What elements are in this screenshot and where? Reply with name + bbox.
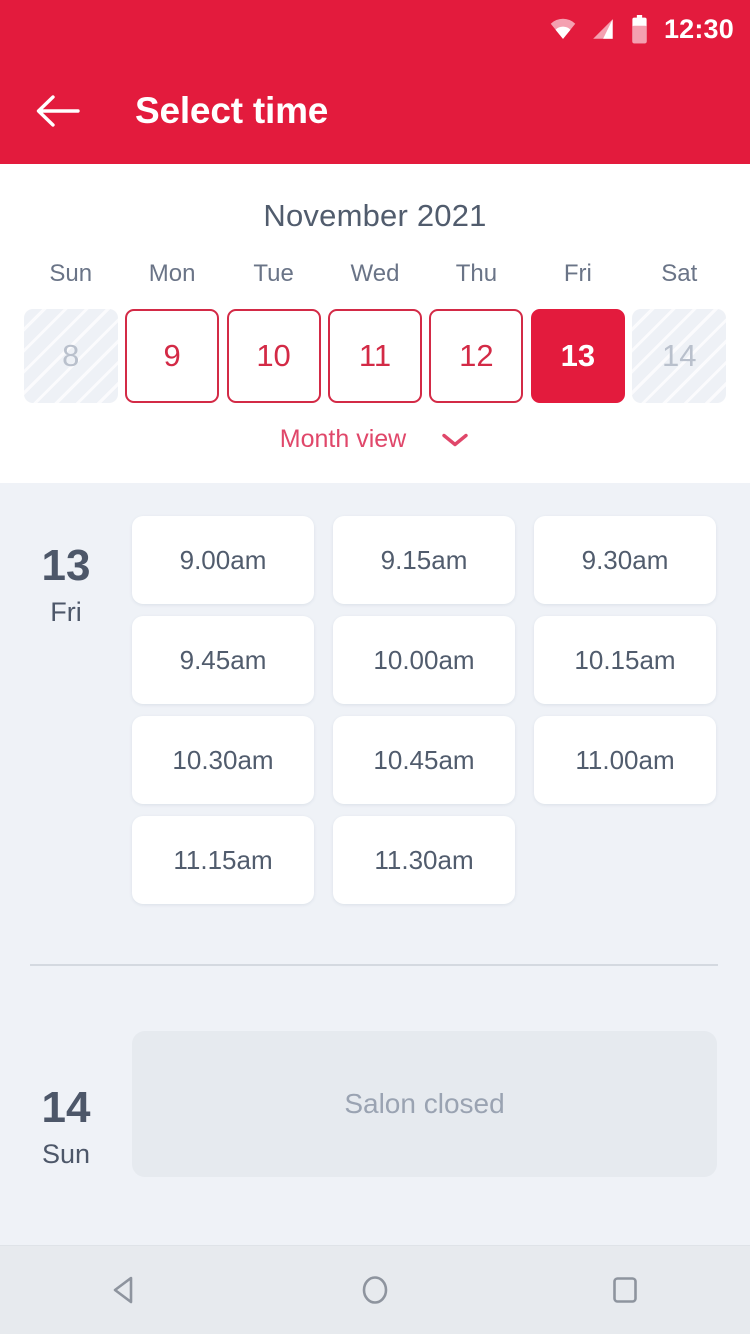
- schedule-day-14-number: 14: [41, 1083, 91, 1132]
- back-arrow-icon: [36, 95, 80, 127]
- time-slot-9-00am[interactable]: 9.00am: [132, 516, 314, 604]
- weekday-header-tue: Tue: [253, 260, 294, 287]
- salon-closed-card: Salon closed: [132, 1031, 717, 1177]
- back-button[interactable]: [26, 80, 88, 142]
- time-slot-11-00am[interactable]: 11.00am: [534, 716, 716, 804]
- month-view-toggle[interactable]: Month view: [0, 425, 750, 454]
- calendar-day-11[interactable]: 11: [327, 309, 422, 403]
- battery-icon: [632, 14, 647, 43]
- time-slot-10-30am[interactable]: 10.30am: [132, 716, 314, 804]
- app-bar: Select time: [0, 58, 750, 164]
- schedule-day-14-weekday: Sun: [41, 1139, 91, 1169]
- status-bar: 12:30: [0, 0, 750, 58]
- android-navigation-bar: [0, 1245, 750, 1334]
- calendar-day-row: 8 9 10 11 12 13 14: [0, 309, 750, 403]
- time-slot-11-30am[interactable]: 11.30am: [333, 816, 515, 904]
- time-slot-11-15am[interactable]: 11.15am: [132, 816, 314, 904]
- select-time-screen: 12:30 Select time November 2021 Sun Mon …: [0, 0, 750, 1334]
- schedule-day-13-label: 13 Fri: [0, 516, 132, 904]
- calendar-day-10[interactable]: 10: [226, 309, 321, 403]
- signal-icon: [593, 19, 613, 39]
- weekday-header-sat: Sat: [661, 260, 698, 287]
- month-view-toggle-label: Month view: [279, 425, 407, 453]
- schedule-day-14: 14 Sun Salon closed: [0, 1031, 750, 1177]
- nav-recents-button[interactable]: [570, 1246, 680, 1334]
- weekday-header-thu: Thu: [455, 260, 498, 287]
- calendar-day-8: 8: [23, 309, 118, 403]
- nav-back-button[interactable]: [70, 1246, 180, 1334]
- time-slot-grid: 9.00am 9.15am 9.30am 9.45am 10.00am 10.1…: [132, 516, 716, 904]
- back-triangle-icon: [113, 1276, 133, 1304]
- time-slot-10-45am[interactable]: 10.45am: [333, 716, 515, 804]
- recents-square-icon: [613, 1277, 637, 1303]
- time-slot-10-00am[interactable]: 10.00am: [333, 616, 515, 704]
- weekday-header-fri: Fri: [563, 260, 592, 287]
- calendar-month-label: November 2021: [263, 198, 487, 233]
- schedule-day-divider: [30, 964, 718, 966]
- chevron-down-icon: [442, 433, 468, 446]
- time-slot-9-45am[interactable]: 9.45am: [132, 616, 314, 704]
- weekday-header-sun: Sun: [49, 260, 93, 287]
- time-slot-9-15am[interactable]: 9.15am: [333, 516, 515, 604]
- calendar-weekday-header-row: Sun Mon Tue Wed Thu Fri Sat: [0, 260, 750, 288]
- status-bar-clock: 12:30: [663, 13, 734, 44]
- calendar-panel: November 2021 Sun Mon Tue Wed Thu Fri Sa…: [0, 164, 750, 483]
- status-icon-group: [549, 14, 648, 44]
- calendar-day-13[interactable]: 13: [530, 309, 625, 403]
- schedule-day-13-number: 13: [41, 541, 91, 590]
- calendar-day-9[interactable]: 9: [125, 309, 220, 403]
- weekday-header-mon: Mon: [148, 260, 196, 287]
- home-circle-icon: [362, 1276, 388, 1304]
- schedule-list: 13 Fri 9.00am 9.15am 9.30am 9.45am 10.00…: [0, 483, 750, 1245]
- wifi-icon: [550, 18, 576, 39]
- schedule-day-13: 13 Fri 9.00am 9.15am 9.30am 9.45am 10.00…: [0, 483, 750, 904]
- weekday-header-wed: Wed: [350, 260, 400, 287]
- page-title: Select time: [135, 90, 329, 131]
- calendar-day-14: 14: [632, 309, 727, 403]
- schedule-day-14-label: 14 Sun: [0, 1031, 132, 1177]
- calendar-day-12[interactable]: 12: [429, 309, 524, 403]
- time-slot-9-30am[interactable]: 9.30am: [534, 516, 716, 604]
- nav-home-button[interactable]: [320, 1246, 430, 1334]
- schedule-day-13-weekday: Fri: [50, 597, 82, 627]
- time-slot-10-15am[interactable]: 10.15am: [534, 616, 716, 704]
